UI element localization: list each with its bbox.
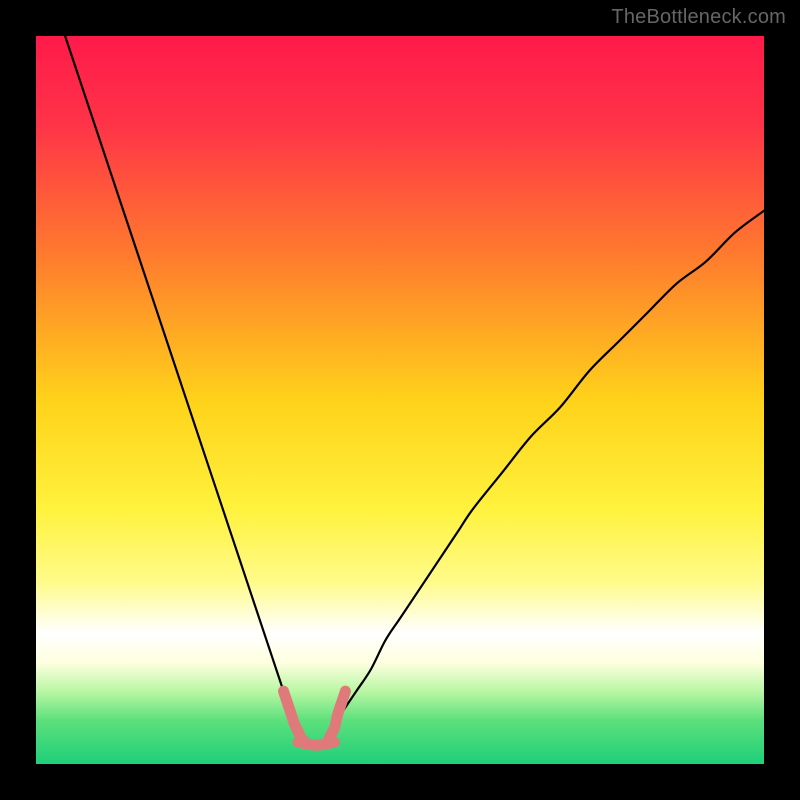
- curve-right-branch: [327, 211, 764, 742]
- curve-layer: [36, 36, 764, 764]
- accent-segment-right: [327, 691, 345, 742]
- curve-left-branch: [65, 36, 305, 742]
- chart-frame: TheBottleneck.com: [0, 0, 800, 800]
- plot-area: [36, 36, 764, 764]
- accent-segment-left: [284, 691, 306, 742]
- watermark-text: TheBottleneck.com: [611, 6, 786, 29]
